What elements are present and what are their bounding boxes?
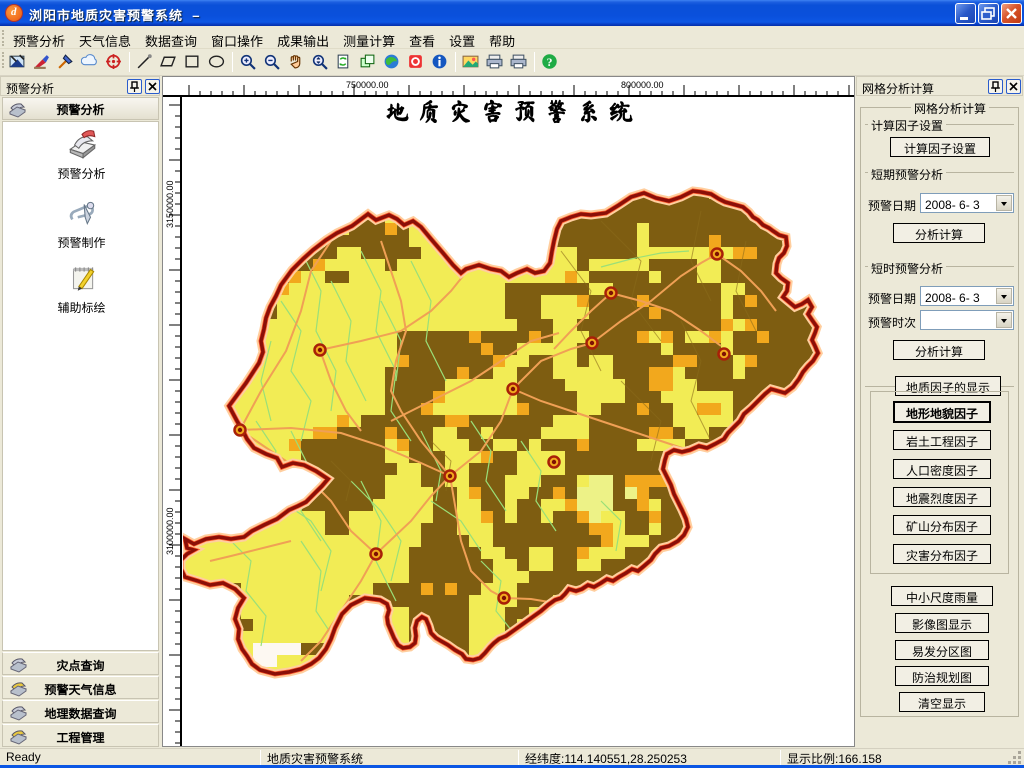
svg-text:?: ?	[547, 56, 553, 69]
